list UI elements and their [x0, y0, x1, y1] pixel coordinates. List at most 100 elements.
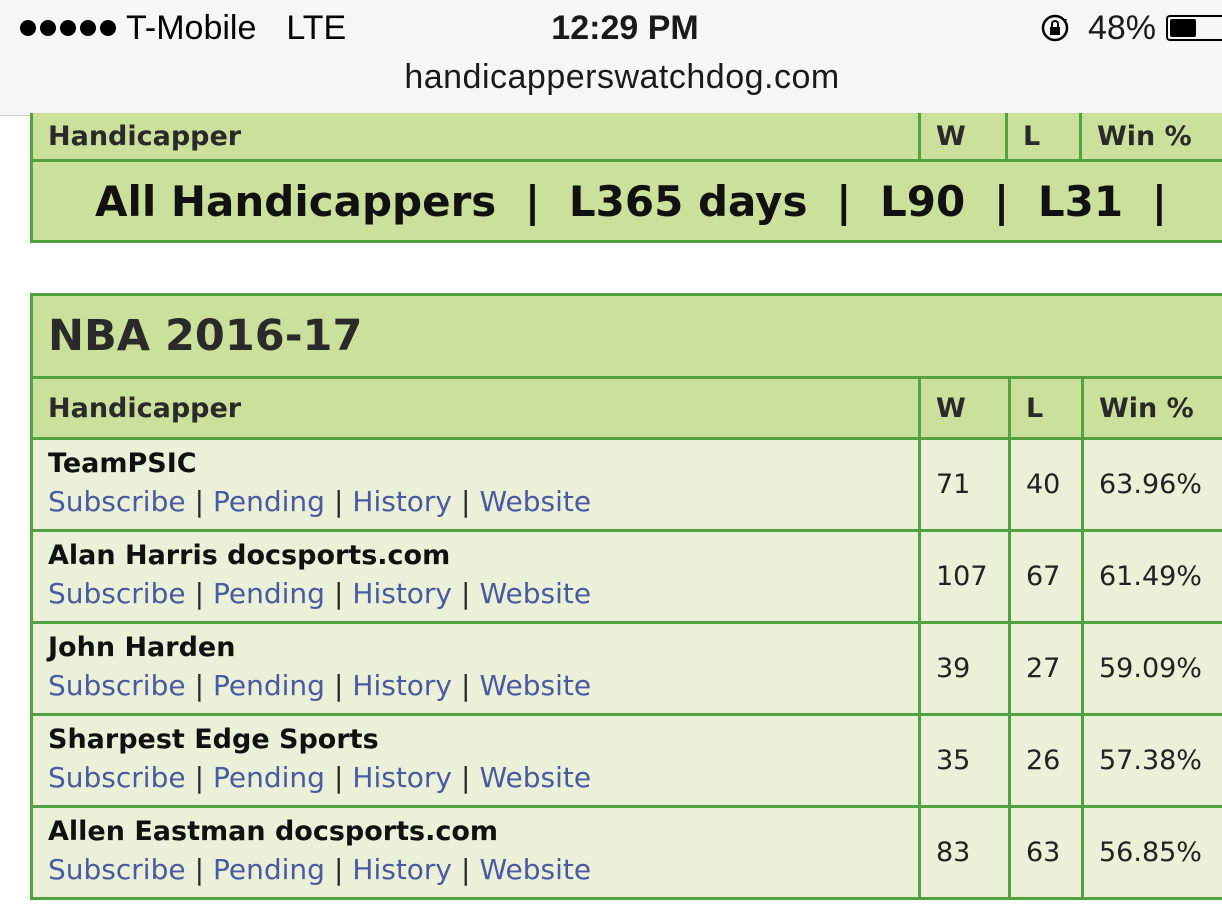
- col-header-handicapper[interactable]: Handicapper: [30, 113, 921, 162]
- browser-status-bar: T-Mobile LTE 12:29 PM 48% handicapperswa…: [0, 0, 1222, 116]
- link-separator: |: [333, 852, 344, 886]
- col-header-handicapper[interactable]: Handicapper: [30, 376, 921, 440]
- filter-l90[interactable]: L90: [880, 177, 965, 226]
- col-header-w[interactable]: W: [918, 376, 1011, 440]
- clock: 12:29 PM: [551, 9, 699, 47]
- nba-standings-table: NBA 2016-17 Handicapper W L Win % TeamPS…: [30, 293, 1222, 900]
- pending-link[interactable]: Pending: [213, 577, 325, 610]
- filter-separator: |: [1151, 176, 1168, 226]
- losses-cell: 63: [1008, 805, 1084, 900]
- history-link[interactable]: History: [352, 485, 452, 518]
- link-separator: |: [461, 576, 471, 610]
- link-separator: |: [194, 484, 205, 518]
- handicapper-cell: John Harden Subscribe | Pending | History | We…: [30, 621, 921, 716]
- link-separator: |: [333, 760, 344, 794]
- filter-separator: |: [836, 176, 852, 226]
- link-separator: |: [461, 668, 471, 702]
- pending-link[interactable]: Pending: [213, 761, 325, 794]
- history-link[interactable]: History: [352, 761, 452, 794]
- win-pct-cell: 59.09%: [1081, 621, 1222, 716]
- filter-all-handicappers[interactable]: All Handicappers: [95, 177, 496, 226]
- filter-l365-days[interactable]: L365 days: [569, 177, 808, 226]
- website-link[interactable]: Website: [479, 577, 591, 610]
- link-separator: |: [461, 760, 471, 794]
- losses-cell: 26: [1008, 713, 1084, 808]
- wins-cell: 71: [918, 437, 1011, 532]
- handicapper-name: John Harden: [48, 631, 236, 663]
- filter-separator: |: [524, 176, 541, 226]
- col-header-win-pct[interactable]: Win %: [1079, 113, 1222, 162]
- history-link[interactable]: History: [352, 669, 452, 702]
- losses-cell: 27: [1008, 621, 1084, 716]
- handicapper-cell: TeamPSIC Subscribe | Pending | History | Websi…: [30, 437, 921, 532]
- losses-cell: 67: [1008, 529, 1084, 624]
- handicapper-links: Subscribe | Pending | History | Website: [48, 761, 918, 794]
- handicapper-links: Subscribe | Pending | History | Website: [48, 577, 918, 610]
- table-row: John Harden Subscribe | Pending | History | We…: [30, 621, 1222, 716]
- link-separator: |: [194, 760, 205, 794]
- table-row: TeamPSIC Subscribe | Pending | History | Websi…: [30, 437, 1222, 532]
- link-separator: |: [194, 668, 205, 702]
- handicapper-cell: Allen Eastman docsports.com Subscribe | Pe…: [30, 805, 921, 900]
- subscribe-link[interactable]: Subscribe: [48, 577, 186, 610]
- wins-cell: 107: [918, 529, 1011, 624]
- table-row: Sharpest Edge Sports Subscribe | Pending | H…: [30, 713, 1222, 808]
- link-separator: |: [194, 576, 205, 610]
- col-header-l[interactable]: L: [1005, 113, 1082, 162]
- table-title: NBA 2016-17: [30, 293, 1222, 379]
- link-separator: |: [461, 852, 471, 886]
- rotation-lock-icon: [1041, 14, 1069, 42]
- table-row: Allen Eastman docsports.com Subscribe | Pe…: [30, 805, 1222, 900]
- handicapper-links: Subscribe | Pending | History | Website: [48, 485, 918, 518]
- handicapper-name: Alan Harris docsports.com: [48, 539, 451, 571]
- col-header-l[interactable]: L: [1008, 376, 1084, 440]
- pending-link[interactable]: Pending: [213, 853, 325, 886]
- status-right: 48%: [1040, 8, 1222, 48]
- link-separator: |: [333, 668, 344, 702]
- wins-cell: 35: [918, 713, 1011, 808]
- handicapper-cell: Alan Harris docsports.com Subscribe | Pend…: [30, 529, 921, 624]
- link-separator: |: [461, 484, 471, 518]
- pending-link[interactable]: Pending: [213, 669, 325, 702]
- history-link[interactable]: History: [352, 853, 452, 886]
- website-link[interactable]: Website: [479, 669, 591, 702]
- battery-icon: [1166, 15, 1222, 41]
- win-pct-cell: 61.49%: [1081, 529, 1222, 624]
- battery-percent: 48%: [1087, 8, 1156, 47]
- pending-link[interactable]: Pending: [213, 485, 325, 518]
- subscribe-link[interactable]: Subscribe: [48, 853, 186, 886]
- filter-l31[interactable]: L31: [1038, 177, 1123, 226]
- subscribe-link[interactable]: Subscribe: [48, 761, 186, 794]
- losses-cell: 40: [1008, 437, 1084, 532]
- filter-table: Handicapper W L Win % All Handicappers |…: [30, 113, 1222, 243]
- history-link[interactable]: History: [352, 577, 452, 610]
- handicapper-name: TeamPSIC: [48, 447, 197, 479]
- website-link[interactable]: Website: [479, 761, 591, 794]
- table-title-row: NBA 2016-17: [30, 293, 1222, 379]
- handicapper-name: Allen Eastman docsports.com: [48, 815, 499, 847]
- filter-separator: |: [993, 176, 1010, 226]
- address-bar-url[interactable]: handicapperswatchdog.com: [0, 56, 1222, 98]
- handicapper-cell: Sharpest Edge Sports Subscribe | Pending | H…: [30, 713, 921, 808]
- table-header-row: Handicapper W L Win %: [30, 113, 1222, 162]
- time-filter-row: All Handicappers | L365 days | L90 | L31…: [30, 159, 1222, 243]
- wins-cell: 39: [918, 621, 1011, 716]
- wins-cell: 83: [918, 805, 1011, 900]
- handicapper-links: Subscribe | Pending | History | Website: [48, 853, 918, 886]
- subscribe-link[interactable]: Subscribe: [48, 485, 186, 518]
- link-separator: |: [333, 576, 344, 610]
- table-row: Alan Harris docsports.com Subscribe | Pend…: [30, 529, 1222, 624]
- handicapper-name: Sharpest Edge Sports: [48, 723, 379, 755]
- website-link[interactable]: Website: [479, 485, 591, 518]
- time-filter-links: All Handicappers | L365 days | L90 | L31…: [30, 159, 1222, 243]
- win-pct-cell: 63.96%: [1081, 437, 1222, 532]
- table-header-row: Handicapper W L Win %: [30, 376, 1222, 440]
- handicapper-links: Subscribe | Pending | History | Website: [48, 669, 918, 702]
- link-separator: |: [333, 484, 344, 518]
- website-link[interactable]: Website: [479, 853, 591, 886]
- subscribe-link[interactable]: Subscribe: [48, 669, 186, 702]
- win-pct-cell: 56.85%: [1081, 805, 1222, 900]
- col-header-w[interactable]: W: [918, 113, 1008, 162]
- win-pct-cell: 57.38%: [1081, 713, 1222, 808]
- col-header-win-pct[interactable]: Win %: [1081, 376, 1222, 440]
